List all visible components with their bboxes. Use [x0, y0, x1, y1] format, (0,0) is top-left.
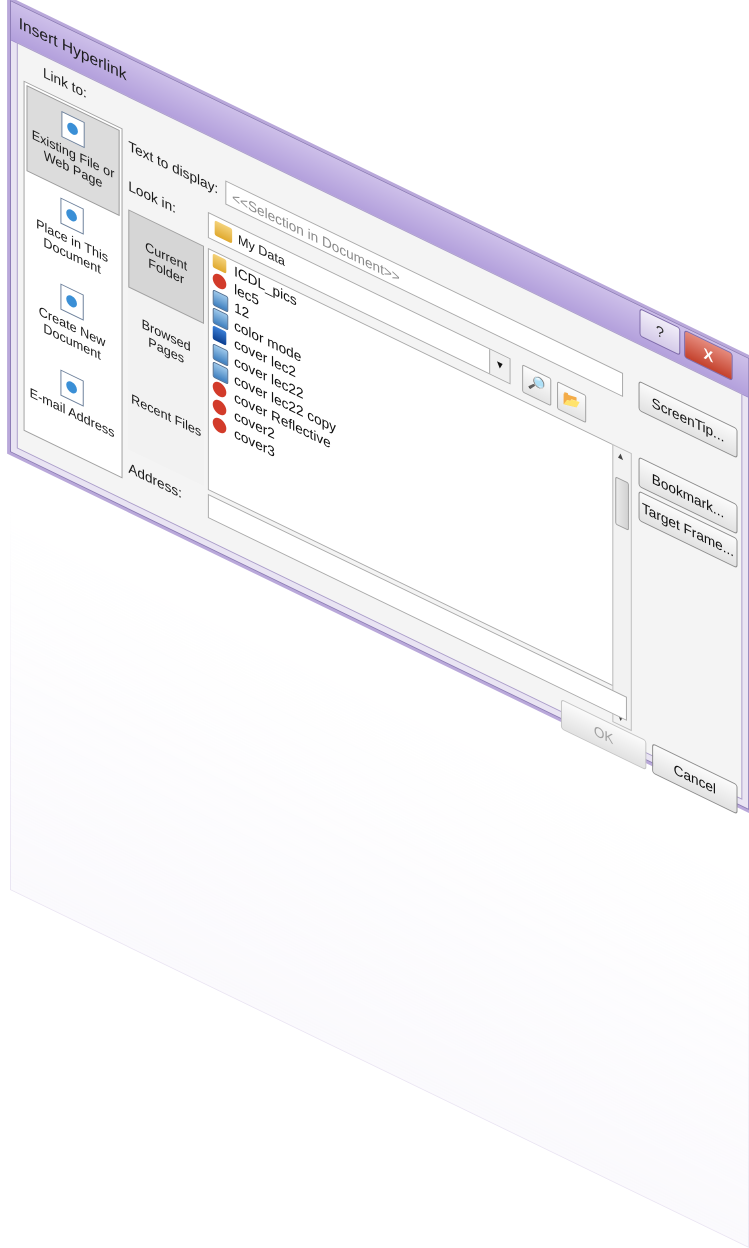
scroll-thumb[interactable] [615, 476, 629, 531]
look-in-label: Look in: [128, 177, 176, 217]
file-list-scrollbar[interactable]: ▲ ▼ [612, 443, 632, 732]
location-nav: Current Folder Browsed Pages Recent File… [128, 209, 204, 486]
browse-web-button[interactable]: 🔎 [522, 364, 552, 407]
look-in-value: My Data [237, 231, 285, 270]
link-to-bar: Existing File or Web Page Place in This … [23, 80, 123, 479]
scroll-up-icon[interactable]: ▲ [616, 449, 625, 463]
chevron-down-icon[interactable]: ▼ [489, 349, 510, 384]
folder-icon [214, 220, 233, 244]
screentip-button[interactable]: ScreenTip... [638, 380, 738, 459]
stage: Insert Hyperlink ? X Link to: Existing F… [0, 0, 749, 1248]
globe-search-icon: 🔎 [527, 371, 546, 398]
open-folder-icon: 📂 [562, 388, 581, 415]
browse-file-button[interactable]: 📂 [557, 381, 587, 424]
pdf-icon [212, 415, 227, 436]
